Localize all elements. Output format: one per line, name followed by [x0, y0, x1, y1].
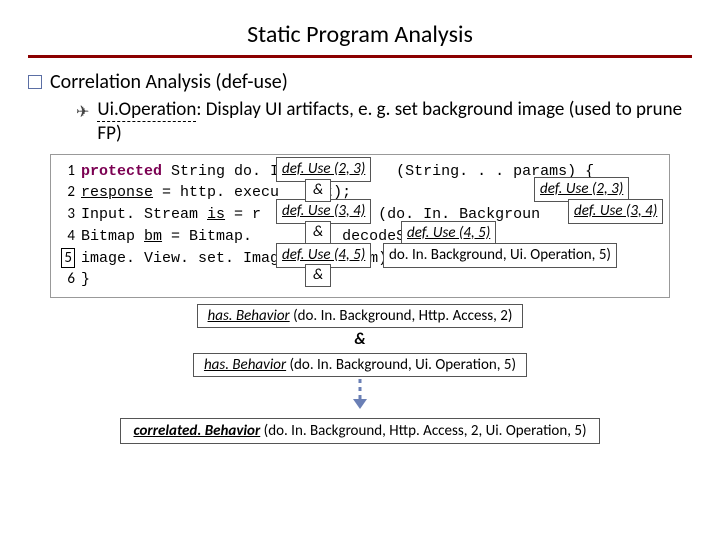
behavior-row-1: has. Behavior (do. In. Background, Http.… [50, 304, 670, 328]
overlay-amp-1: & [305, 179, 331, 203]
lineno: 3 [59, 204, 75, 226]
final-args: (do. In. Background, Http. Access, 2, Ui… [260, 422, 586, 440]
overlay-defuse-3-4-b: def. Use (3, 4) [568, 199, 663, 225]
bullet-item: Correlation Analysis (def-use) [28, 70, 692, 94]
final-fn: correlated. Behavior [133, 422, 260, 440]
lineno: 2 [59, 182, 75, 204]
term-underlined: Ui.Operation [97, 98, 196, 122]
lineno: 4 [59, 226, 75, 248]
behavior-args: (do. In. Background, Http. Access, 2) [290, 307, 513, 325]
code-block: 1protected String do. Ixxxxxxxxxxxxx(Str… [50, 154, 670, 299]
amp-connector-1: & [28, 330, 692, 349]
square-bullet-icon [28, 75, 42, 89]
arrow-down-icon [28, 379, 692, 414]
overlay-goal-tail: do. In. Background, Ui. Operation, 5) [383, 243, 617, 269]
overlay-amp-3: & [305, 264, 331, 288]
lineno: 1 [59, 161, 75, 183]
behavior-args: (do. In. Background, Ui. Operation, 5) [286, 356, 516, 374]
behavior-fn: has. Behavior [204, 356, 286, 374]
overlay-amp-2: & [305, 221, 331, 245]
behavior-row-2: has. Behavior (do. In. Background, Ui. O… [50, 353, 670, 377]
code-line-6: } [81, 269, 90, 291]
sub-bullet-text: Ui.Operation: Display UI artifacts, e. g… [97, 98, 692, 146]
lineno: 6 [59, 269, 75, 291]
final-row: correlated. Behavior (do. In. Background… [50, 418, 670, 444]
lineno: 5 [59, 248, 75, 270]
bullet-text: Correlation Analysis (def-use) [50, 70, 288, 94]
behavior-fn: has. Behavior [208, 307, 290, 325]
slide-title: Static Program Analysis [28, 20, 692, 58]
plane-icon: ✈ [76, 102, 89, 122]
sub-bullet-item: ✈ Ui.Operation: Display UI artifacts, e.… [76, 98, 692, 146]
